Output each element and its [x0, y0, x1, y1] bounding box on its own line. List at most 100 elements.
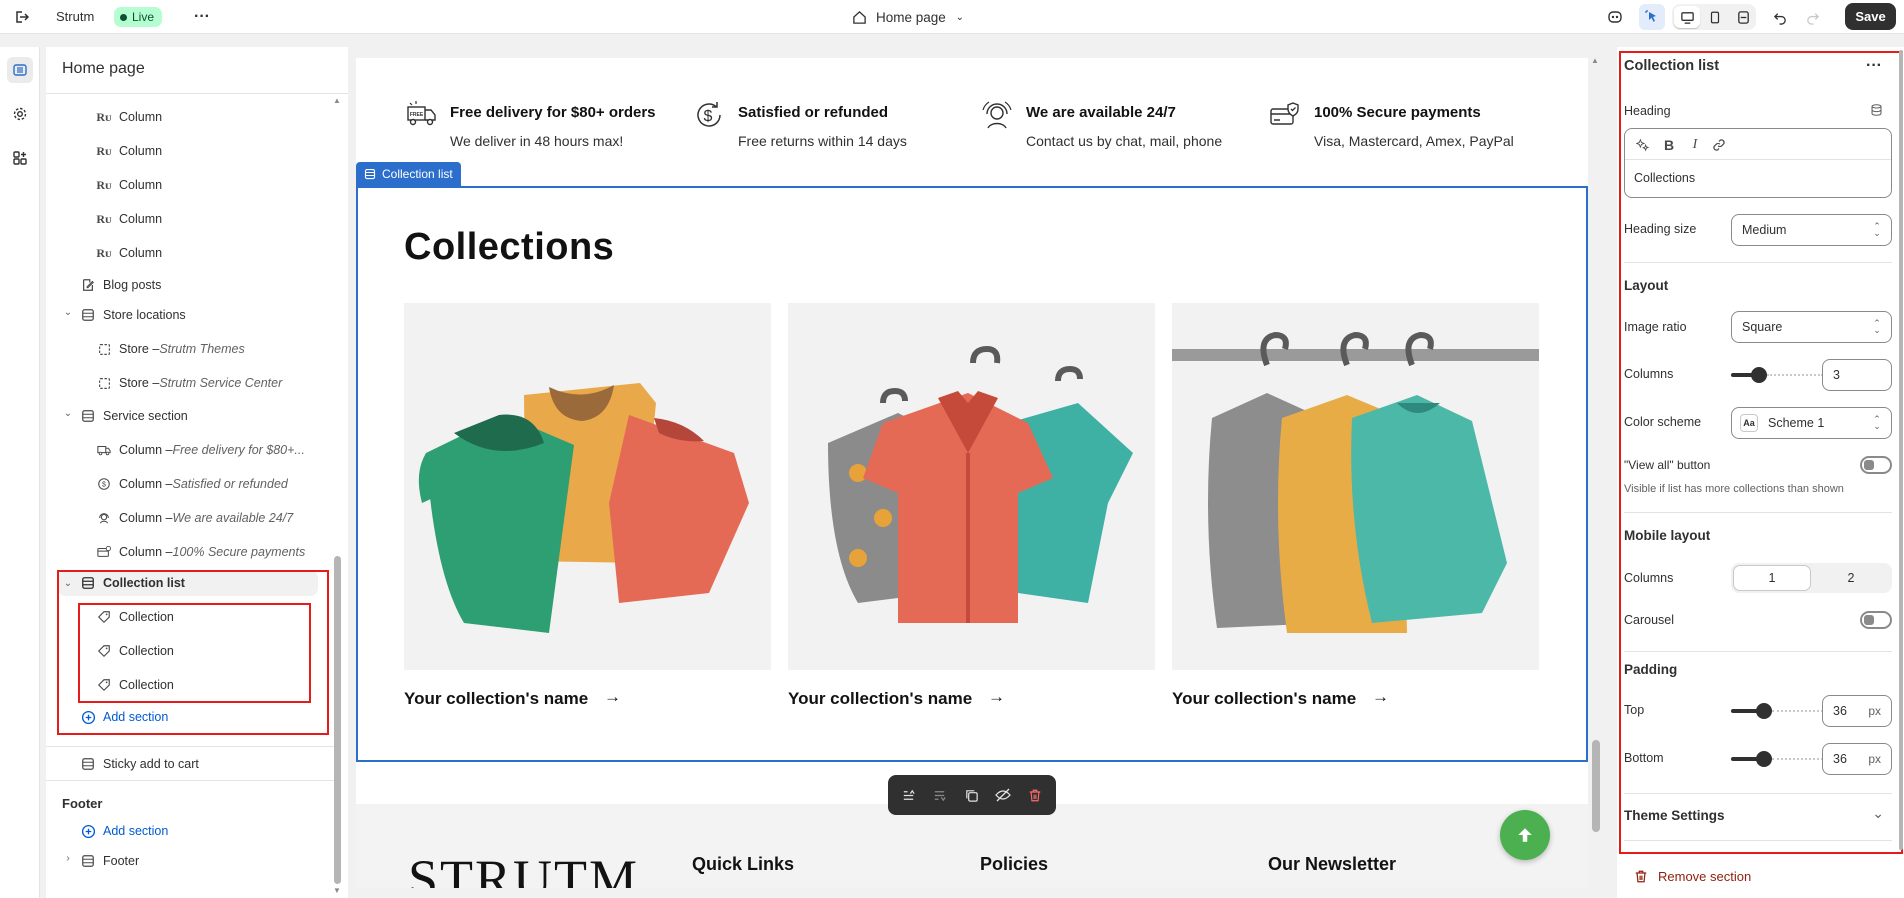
collection-name[interactable]: Your collection's name	[404, 689, 588, 709]
chevron-down-icon[interactable]: ⌄	[62, 307, 74, 318]
sidebar-item-label: Sticky add to cart	[103, 757, 199, 771]
sidebar-item-column[interactable]: Column – 100% Secure payments	[96, 539, 305, 565]
mobile-columns-option[interactable]: 1	[1733, 565, 1811, 591]
padding-top-input[interactable]: 36 px	[1822, 695, 1892, 727]
chevron-right-icon[interactable]: ›	[62, 853, 74, 864]
sidebar-item-column[interactable]: Rᴜ Column	[96, 206, 162, 232]
view-all-toggle[interactable]	[1860, 456, 1892, 474]
sidebar-item-footer[interactable]: Footer	[80, 848, 139, 874]
view-all-label: "View all" button	[1624, 458, 1711, 472]
italic-icon[interactable]: I	[1687, 136, 1703, 154]
trash-icon[interactable]	[1023, 783, 1047, 807]
columns-slider[interactable]	[1731, 367, 1823, 383]
sidebar-item-label: Store locations	[103, 308, 186, 322]
database-icon[interactable]	[1866, 101, 1886, 119]
collection-card[interactable]: Your collection's name →	[1172, 303, 1539, 723]
scroll-up-icon[interactable]: ▲	[1591, 56, 1599, 65]
sidebar-item-column[interactable]: Rᴜ Column	[96, 104, 162, 130]
panel-title: Collection list	[1624, 58, 1720, 74]
apps-icon[interactable]	[7, 145, 33, 171]
sidebar-item-blog-posts[interactable]: Blog posts	[80, 272, 161, 298]
sidebar-item-service-section[interactable]: Service section	[80, 403, 188, 429]
select-arrows-icon: ⌃ ⌄	[1873, 318, 1881, 335]
sidebar-item-column[interactable]: $ Column – Satisfied or refunded	[96, 471, 288, 497]
padding-top-slider[interactable]	[1731, 703, 1823, 719]
gear-icon[interactable]	[7, 101, 33, 127]
slider-knob[interactable]	[1756, 751, 1772, 767]
blog-edit-icon	[80, 277, 96, 293]
store-name: Strutm	[56, 9, 95, 24]
ai-sparkle-icon[interactable]	[1635, 137, 1651, 153]
service-title: 100% Secure payments	[1314, 104, 1481, 121]
arrow-up-icon	[1518, 828, 1532, 842]
scroll-up-icon[interactable]: ▲	[333, 96, 341, 105]
inspector-cursor-icon[interactable]	[1639, 4, 1665, 30]
sidebar-item-sticky-add-to-cart[interactable]: Sticky add to cart	[80, 751, 199, 777]
ai-assistant-icon[interactable]	[1604, 6, 1626, 28]
fullscreen-icon[interactable]	[1730, 6, 1756, 28]
heading-label: Heading	[1624, 104, 1671, 118]
sidebar-item-label: Column	[119, 144, 163, 158]
remove-section-label: Remove section	[1658, 868, 1752, 884]
carousel-toggle[interactable]	[1860, 611, 1892, 629]
move-up-icon[interactable]	[896, 783, 920, 807]
select-arrows-icon: ⌃ ⌄	[1873, 414, 1881, 431]
link-icon[interactable]	[1711, 137, 1727, 153]
redo-icon[interactable]	[1801, 6, 1823, 28]
duplicate-icon[interactable]	[959, 783, 983, 807]
color-scheme-select[interactable]: Aa Scheme 1 ⌃ ⌄	[1731, 407, 1892, 439]
footer-add-section-button[interactable]: Add section	[80, 818, 168, 844]
sidebar-item-label: Column –	[119, 545, 173, 559]
remove-section-button[interactable]: Remove section	[1634, 866, 1751, 886]
section-tag[interactable]: Collection list	[356, 162, 461, 186]
page-selector[interactable]: Home page ⌄	[850, 7, 966, 27]
columns-input[interactable]: 3	[1822, 359, 1892, 391]
scroll-to-top-button[interactable]	[1500, 810, 1550, 860]
sidebar-item-label: Column –	[119, 443, 173, 457]
bold-icon[interactable]: B	[1661, 136, 1677, 154]
preview-scrollbar[interactable]	[1592, 740, 1600, 832]
footer-column-title: Quick Links	[692, 854, 795, 874]
collection-card[interactable]: Your collection's name →	[404, 303, 771, 723]
unit-label: px	[1868, 752, 1881, 766]
sidebar-item-store[interactable]: Store – Strutm Themes	[96, 336, 245, 362]
hide-icon[interactable]	[991, 783, 1015, 807]
more-icon[interactable]: ···	[1862, 56, 1886, 76]
collection-card[interactable]: Your collection's name →	[788, 303, 1155, 723]
sidebar-item-column[interactable]: Column – Free delivery for $80+...	[96, 437, 305, 463]
sidebar-item-column[interactable]: Rᴜ Column	[96, 172, 162, 198]
save-button[interactable]: Save	[1845, 3, 1896, 30]
more-icon[interactable]: ···	[191, 7, 213, 27]
sidebar-item-column[interactable]: Rᴜ Column	[96, 240, 162, 266]
slider-knob[interactable]	[1751, 367, 1767, 383]
desktop-icon[interactable]	[1674, 6, 1700, 28]
undo-icon[interactable]	[1769, 6, 1791, 28]
padding-bottom-slider[interactable]	[1731, 751, 1823, 767]
text-block-icon: Rᴜ	[96, 211, 112, 226]
heading-input[interactable]: Collections	[1634, 171, 1695, 185]
heading-size-select[interactable]: Medium ⌃ ⌄	[1731, 214, 1892, 246]
page-selector-label: Home page	[876, 9, 946, 25]
image-ratio-select[interactable]: Square ⌃ ⌄	[1731, 311, 1892, 343]
sidebar-scrollbar[interactable]	[334, 556, 341, 884]
service-title: Free delivery for $80+ orders	[450, 104, 656, 121]
exit-icon[interactable]	[10, 7, 32, 27]
padding-bottom-input[interactable]: 36 px	[1822, 743, 1892, 775]
inspector-scrollbar[interactable]	[1899, 50, 1903, 850]
top-bar: Strutm Live ··· Home page ⌄ Save	[0, 0, 1904, 34]
scroll-down-icon[interactable]: ▼	[333, 886, 341, 895]
sections-icon[interactable]	[7, 57, 33, 83]
collection-name[interactable]: Your collection's name	[788, 689, 972, 709]
collection-name[interactable]: Your collection's name	[1172, 689, 1356, 709]
sidebar-item-column[interactable]: Rᴜ Column	[96, 138, 162, 164]
sidebar-item-store-locations[interactable]: Store locations	[80, 302, 186, 328]
mobile-icon[interactable]	[1702, 6, 1728, 28]
sidebar-item-store[interactable]: Store – Strutm Service Center	[96, 370, 282, 396]
sidebar-item-column[interactable]: Column – We are available 24/7	[96, 505, 293, 531]
theme-settings-row[interactable]: Theme Settings ⌄	[1624, 805, 1892, 829]
slider-knob[interactable]	[1756, 703, 1772, 719]
move-down-icon[interactable]	[927, 783, 951, 807]
image-ratio-value: Square	[1742, 320, 1783, 334]
mobile-columns-option[interactable]: 2	[1812, 565, 1890, 591]
chevron-down-icon[interactable]: ⌄	[62, 408, 74, 419]
